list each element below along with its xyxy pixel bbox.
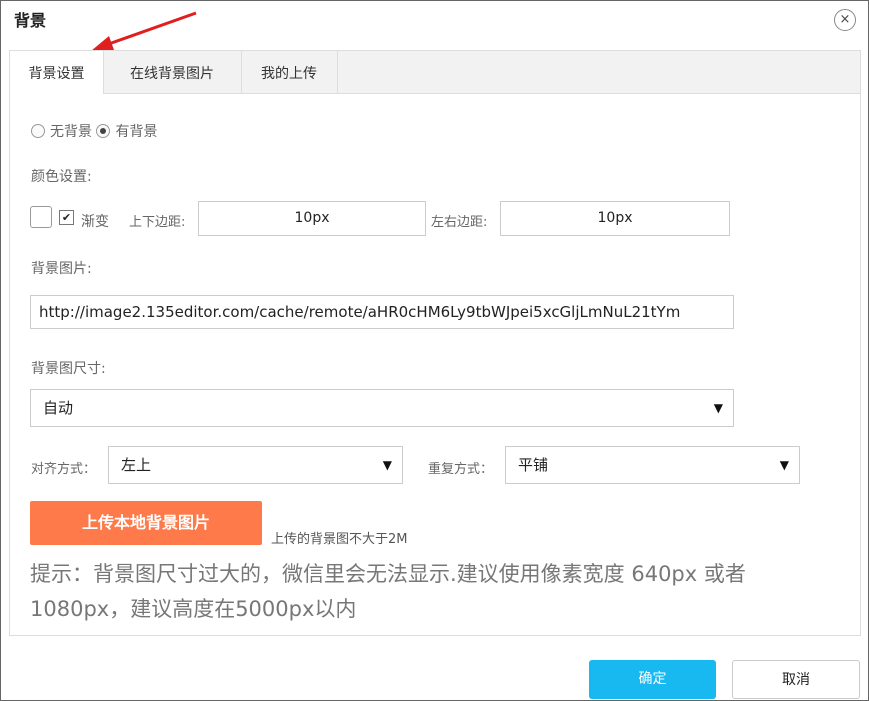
vertical-margin-input[interactable]: 10px bbox=[198, 201, 426, 236]
gradient-label: 渐变 bbox=[81, 214, 109, 230]
radio-has-background[interactable]: 有背景 bbox=[96, 124, 157, 140]
radio-circle-icon bbox=[31, 124, 45, 138]
horizontal-margin-input[interactable]: 10px bbox=[500, 201, 730, 236]
gradient-checkbox[interactable]: ✔ bbox=[59, 210, 74, 225]
confirm-button[interactable]: 确定 bbox=[589, 660, 716, 699]
align-select-value: 左上 bbox=[121, 456, 152, 474]
background-dialog: 背景 × 背景设置 在线背景图片 我的上传 无背景 有背景 颜色设置: ✔ 渐变… bbox=[0, 0, 869, 701]
image-label: 背景图片: bbox=[31, 261, 92, 277]
horizontal-margin-label: 左右边距: bbox=[431, 215, 488, 230]
size-label: 背景图尺寸: bbox=[31, 361, 106, 377]
chevron-down-icon: ▼ bbox=[779, 458, 789, 472]
repeat-label: 重复方式： bbox=[428, 462, 494, 477]
align-select[interactable]: 左上 ▼ bbox=[108, 446, 403, 484]
upload-hint: 上传的背景图不大于2M bbox=[271, 532, 408, 547]
vertical-margin-label: 上下边距: bbox=[129, 215, 186, 230]
dialog-title: 背景 bbox=[14, 11, 47, 30]
tab-bar: 背景设置 在线背景图片 我的上传 bbox=[10, 51, 860, 94]
image-url-input[interactable]: http://image2.135editor.com/cache/remote… bbox=[30, 295, 734, 329]
tab-background-settings[interactable]: 背景设置 bbox=[10, 51, 104, 94]
chevron-down-icon: ▼ bbox=[713, 401, 723, 415]
size-select[interactable]: 自动 ▼ bbox=[30, 389, 734, 427]
color-settings-label: 颜色设置: bbox=[31, 169, 92, 185]
tab-online-images[interactable]: 在线背景图片 bbox=[103, 51, 242, 93]
tip-text: 提示：背景图尺寸过大的，微信里会无法显示.建议使用像素宽度 640px 或者 1… bbox=[30, 562, 746, 621]
radio-has-background-label: 有背景 bbox=[115, 124, 158, 140]
size-select-value: 自动 bbox=[43, 399, 74, 417]
close-icon[interactable]: × bbox=[834, 9, 856, 31]
annotation-arrow-icon bbox=[91, 11, 197, 51]
radio-selected-icon bbox=[96, 124, 111, 138]
repeat-select-value: 平铺 bbox=[518, 456, 549, 474]
cancel-button[interactable]: 取消 bbox=[732, 660, 860, 699]
chevron-down-icon: ▼ bbox=[382, 458, 392, 472]
repeat-select[interactable]: 平铺 ▼ bbox=[505, 446, 800, 484]
align-label: 对齐方式： bbox=[31, 462, 97, 477]
background-mode-group: 无背景 有背景 bbox=[31, 121, 157, 141]
color-picker[interactable] bbox=[30, 206, 52, 228]
radio-no-background[interactable]: 无背景 bbox=[31, 124, 92, 140]
tab-my-uploads[interactable]: 我的上传 bbox=[241, 51, 338, 93]
radio-no-background-label: 无背景 bbox=[50, 124, 92, 140]
upload-local-image-button[interactable]: 上传本地背景图片 bbox=[30, 501, 262, 545]
